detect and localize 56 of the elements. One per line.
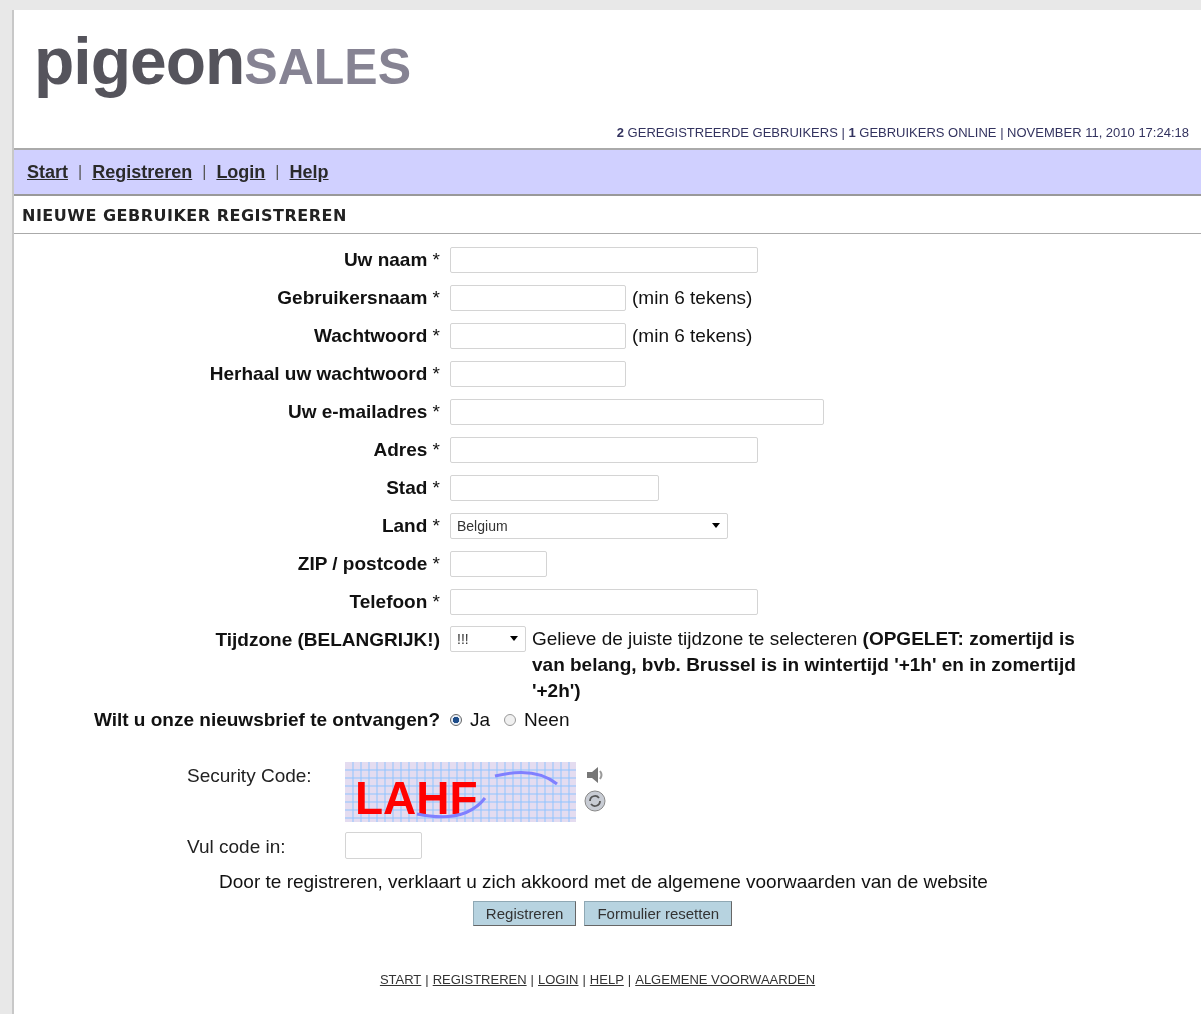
field-label: Adres*: [373, 439, 440, 460]
input-field[interactable]: [450, 551, 547, 577]
input-field[interactable]: [450, 361, 626, 387]
nav-link[interactable]: Registreren: [92, 161, 193, 183]
field-hint: (min 6 tekens): [632, 287, 753, 309]
security-code-label: Security Code:: [187, 764, 313, 787]
field-label: ZIP / postcode*: [297, 553, 440, 574]
dropdown[interactable]: !!!: [450, 626, 526, 652]
separator: |: [275, 163, 280, 181]
footer-link[interactable]: START: [379, 972, 422, 987]
input-field[interactable]: [450, 399, 824, 425]
radio-option[interactable]: Neen: [504, 709, 570, 731]
separator: |: [425, 972, 429, 987]
input-field[interactable]: [450, 589, 758, 615]
site-stats: 2 GEREGISTREERDE GEBRUIKERS | 1 GEBRUIKERS ONLINE | NOVEMBER 11, 2010 17:24:18: [616, 125, 1189, 140]
agreement-text: Door te registreren, verklaart u zich akkoord met de algemene voorwaarden van de website: [218, 871, 989, 893]
dropdown[interactable]: Belgium: [450, 513, 728, 539]
captcha-input[interactable]: [345, 832, 422, 859]
footer-link[interactable]: ALGEMENE VOORWAARDEN: [635, 972, 816, 987]
timezone-note: Gelieve de juiste tijdzone te selecteren (OPGELET: zomertijd is van belang, bvb. Brussel is in wintertijd '+1h' en in zomertijd '+2h'): [532, 627, 1077, 703]
field-label: Uw naam*: [343, 249, 440, 270]
field-label: Herhaal uw wachtwoord*: [209, 363, 440, 384]
field-hint: (min 6 tekens): [632, 325, 753, 347]
field-label: Tijdzone (BELANGRIJK!): [215, 629, 440, 650]
nav-link[interactable]: Help: [289, 161, 329, 183]
input-field[interactable]: [450, 285, 626, 311]
input-field[interactable]: [450, 475, 659, 501]
newsletter-question: Wilt u onze nieuwsbrief te ontvangen?: [93, 709, 440, 730]
nav-link[interactable]: Login: [216, 161, 266, 183]
separator: |: [202, 163, 207, 181]
separator: |: [627, 972, 632, 987]
input-field[interactable]: [450, 247, 758, 273]
radio-option[interactable]: Ja: [450, 709, 491, 731]
input-field[interactable]: [450, 323, 626, 349]
nav-link[interactable]: Start: [27, 161, 68, 183]
footer-link[interactable]: LOGIN: [538, 972, 579, 987]
separator: |: [530, 972, 534, 987]
refresh-icon[interactable]: [584, 790, 606, 812]
form-button[interactable]: Registreren: [472, 901, 577, 926]
field-label: Stad*: [386, 477, 440, 498]
input-field[interactable]: [450, 437, 758, 463]
form-button[interactable]: Formulier resetten: [584, 901, 733, 926]
field-label: Uw e-mailadres*: [287, 401, 440, 422]
field-label: Wachtwoord*: [314, 325, 440, 346]
code-input-label: Vul code in:: [187, 835, 287, 858]
field-label: Land*: [381, 515, 440, 536]
caret-icon: [509, 636, 519, 642]
separator: |: [78, 163, 83, 181]
footer-link[interactable]: REGISTREREN: [432, 972, 527, 987]
field-label: Gebruikersnaam*: [277, 287, 440, 308]
caret-icon: [711, 523, 721, 529]
separator: |: [582, 972, 586, 987]
captcha-text: LAHF: [355, 772, 478, 822]
footer-link[interactable]: HELP: [589, 972, 624, 987]
section-title: NIEUWE GEBRUIKER REGISTREREN: [14, 196, 1201, 234]
field-label: Telefoon*: [349, 591, 440, 612]
